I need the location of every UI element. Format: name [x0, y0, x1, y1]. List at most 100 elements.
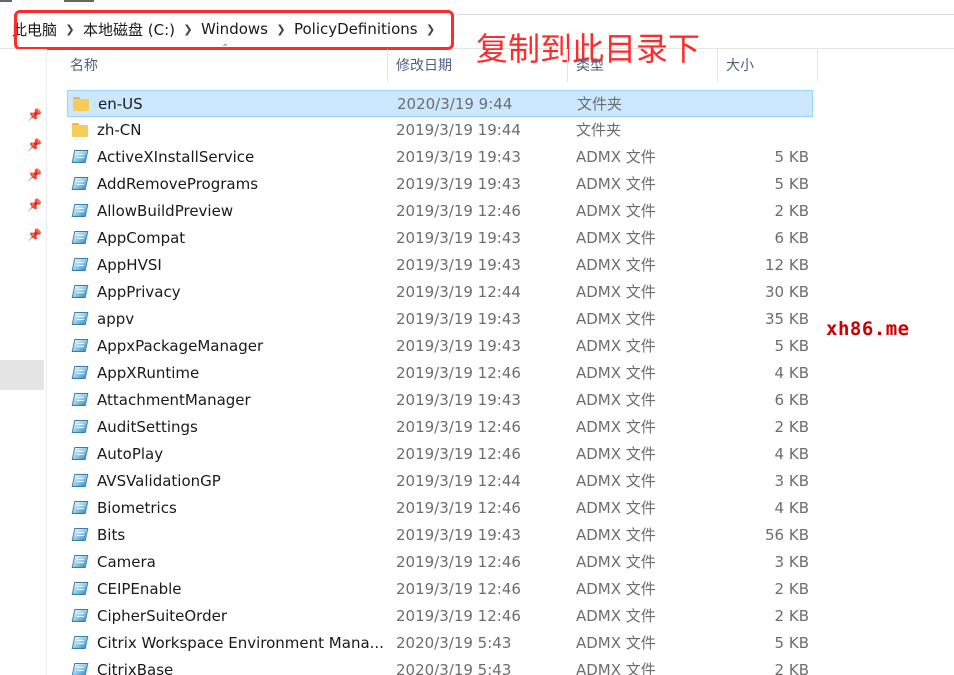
file-modified-date: 2019/3/19 19:43 [396, 391, 521, 409]
breadcrumb-local-disk[interactable]: 本地磁盘 (C:) [81, 19, 177, 40]
file-type: ADMX 文件 [576, 472, 656, 490]
file-type: ADMX 文件 [576, 526, 656, 544]
admx-file-icon [71, 311, 90, 327]
file-row[interactable]: AVSValidationGP 2019/3/19 12:44 ADMX 文件 3 K… [67, 468, 813, 495]
breadcrumb-windows[interactable]: Windows [199, 20, 270, 38]
file-size: 35 KB [765, 310, 809, 328]
admx-file-icon [71, 419, 90, 435]
column-header-date[interactable]: 修改日期 [388, 49, 568, 82]
ribbon-tab-fragment [64, 0, 94, 2]
file-type: ADMX 文件 [576, 634, 656, 652]
folder-icon [73, 96, 91, 112]
file-modified-date: 2019/3/19 12:46 [396, 364, 521, 382]
folder-row[interactable]: zh-CN 2019/3/19 19:44 文件夹 [67, 117, 813, 144]
file-size: 3 KB [774, 553, 809, 571]
file-name: appv [97, 310, 135, 328]
file-modified-date: 2019/3/19 12:46 [396, 499, 521, 517]
sort-ascending-icon: ⌃ [221, 43, 230, 54]
admx-file-icon [71, 284, 90, 300]
admx-file-icon [71, 635, 90, 651]
file-size: 5 KB [774, 634, 809, 652]
file-row[interactable]: CEIPEnable 2019/3/19 12:46 ADMX 文件 2 KB [67, 576, 813, 603]
file-row[interactable]: AppxPackageManager 2019/3/19 19:43 ADMX 文件… [67, 333, 813, 360]
admx-file-icon [71, 230, 90, 246]
file-row[interactable]: AppXRuntime 2019/3/19 12:46 ADMX 文件 4 KB [67, 360, 813, 387]
file-row[interactable]: AttachmentManager 2019/3/19 19:43 ADMX 文件 6… [67, 387, 813, 414]
file-type: ADMX 文件 [576, 418, 656, 436]
file-row[interactable]: CitrixBase 2020/3/19 5:43 ADMX 文件 2 KB [67, 657, 813, 675]
admx-file-icon [71, 527, 90, 543]
file-size: 6 KB [774, 229, 809, 247]
file-row[interactable]: AllowBuildPreview 2019/3/19 12:46 ADMX 文件 2… [67, 198, 813, 225]
file-size: 5 KB [774, 337, 809, 355]
file-size: 6 KB [774, 391, 809, 409]
breadcrumb-policydefinitions[interactable]: PolicyDefinitions [292, 20, 420, 38]
ribbon-tab-fragment [0, 0, 12, 2]
file-type: ADMX 文件 [576, 580, 656, 598]
file-row[interactable]: AuditSettings 2019/3/19 12:46 ADMX 文件 2 KB [67, 414, 813, 441]
file-type: ADMX 文件 [576, 391, 656, 409]
file-modified-date: 2019/3/19 19:43 [396, 256, 521, 274]
folder-icon [72, 122, 90, 138]
file-modified-date: 2020/3/19 9:44 [397, 95, 513, 113]
file-row[interactable]: Biometrics 2019/3/19 12:46 ADMX 文件 4 KB [67, 495, 813, 522]
file-row[interactable]: AppHVSI 2019/3/19 19:43 ADMX 文件 12 KB [67, 252, 813, 279]
file-row[interactable]: AppCompat 2019/3/19 19:43 ADMX 文件 6 KB [67, 225, 813, 252]
file-name: AppCompat [97, 229, 186, 247]
breadcrumb-this-pc[interactable]: 此电脑 [10, 19, 59, 40]
admx-file-icon [71, 365, 90, 381]
file-name: AutoPlay [97, 445, 164, 463]
admx-file-icon [71, 608, 90, 624]
file-modified-date: 2019/3/19 12:46 [396, 580, 521, 598]
file-row[interactable]: ActiveXInstallService 2019/3/19 19:43 ADMX… [67, 144, 813, 171]
file-row[interactable]: Bits 2019/3/19 19:43 ADMX 文件 56 KB [67, 522, 813, 549]
column-header: 名称 ⌃ 修改日期 类型 大小 [47, 43, 954, 82]
file-type: ADMX 文件 [576, 229, 656, 247]
pin-icon[interactable]: 📌 [27, 169, 42, 181]
file-row[interactable]: CipherSuiteOrder 2019/3/19 12:46 ADMX 文件 2 … [67, 603, 813, 630]
file-name: AppHVSI [97, 256, 162, 274]
file-row[interactable]: Citrix Workspace Environment Mana... 2020… [67, 630, 813, 657]
admx-file-icon [71, 446, 90, 462]
file-modified-date: 2019/3/19 19:43 [396, 310, 521, 328]
file-size: 3 KB [774, 472, 809, 490]
file-modified-date: 2019/3/19 19:43 [396, 175, 521, 193]
file-size: 2 KB [774, 580, 809, 598]
chevron-right-icon[interactable]: ❯ [420, 23, 442, 36]
pin-icon[interactable]: 📌 [27, 109, 42, 121]
file-type: ADMX 文件 [576, 607, 656, 625]
file-row[interactable]: appv 2019/3/19 19:43 ADMX 文件 35 KB [67, 306, 813, 333]
column-header-size[interactable]: 大小 [718, 49, 818, 82]
admx-file-icon [71, 176, 90, 192]
watermark: xh86.me [826, 318, 910, 340]
chevron-right-icon[interactable]: ❯ [59, 23, 81, 36]
admx-file-icon [71, 473, 90, 489]
file-row[interactable]: AutoPlay 2019/3/19 12:46 ADMX 文件 4 KB [67, 441, 813, 468]
file-name: Camera [97, 553, 156, 571]
pin-icon[interactable]: 📌 [27, 229, 42, 241]
file-type: ADMX 文件 [576, 337, 656, 355]
column-header-type[interactable]: 类型 [568, 49, 718, 82]
pin-icon[interactable]: 📌 [27, 139, 42, 151]
file-type: ADMX 文件 [576, 148, 656, 166]
file-list: en-US 2020/3/19 9:44 文件夹 zh-CN 2019/3/19 19:… [47, 90, 954, 675]
nav-item-selected[interactable] [0, 360, 44, 390]
ribbon-remnant [0, 0, 954, 8]
file-row[interactable]: AddRemovePrograms 2019/3/19 19:43 ADMX 文件 5… [67, 171, 813, 198]
file-modified-date: 2019/3/19 12:46 [396, 553, 521, 571]
file-row[interactable]: AppPrivacy 2019/3/19 12:44 ADMX 文件 30 KB [67, 279, 813, 306]
chevron-right-icon[interactable]: ❯ [270, 23, 292, 36]
file-size: 2 KB [774, 607, 809, 625]
file-type: ADMX 文件 [576, 202, 656, 220]
admx-file-icon [71, 149, 90, 165]
pin-icon[interactable]: 📌 [27, 199, 42, 211]
admx-file-icon [71, 554, 90, 570]
file-size: 12 KB [765, 256, 809, 274]
folder-row[interactable]: en-US 2020/3/19 9:44 文件夹 [67, 90, 813, 117]
admx-file-icon [71, 203, 90, 219]
chevron-right-icon[interactable]: ❯ [177, 23, 199, 36]
file-row[interactable]: Camera 2019/3/19 12:46 ADMX 文件 3 KB [67, 549, 813, 576]
file-type: 文件夹 [576, 121, 622, 139]
file-size: 30 KB [765, 283, 809, 301]
file-type: ADMX 文件 [576, 499, 656, 517]
